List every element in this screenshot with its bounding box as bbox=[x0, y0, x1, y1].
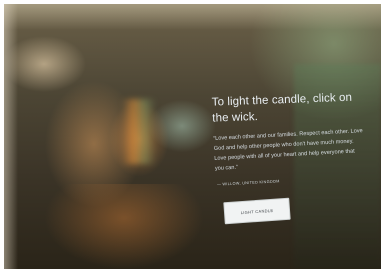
window-reflection bbox=[122, 99, 156, 164]
light-candle-button-label: LIGHT CANDLE bbox=[240, 207, 274, 215]
kiosk-screen-photo: To light the candle, click on the wick. … bbox=[4, 4, 381, 269]
floor-reflection bbox=[44, 184, 204, 269]
light-candle-button[interactable]: LIGHT CANDLE bbox=[223, 197, 291, 225]
quote-attribution: — WILLOW, UNITED KINGDOM bbox=[216, 179, 280, 187]
visitor-quote: “Love each other and our families. Respe… bbox=[213, 128, 363, 172]
instruction-heading: To light the candle, click on the wick. bbox=[211, 91, 353, 125]
top-glare bbox=[4, 4, 381, 30]
left-glare bbox=[4, 4, 18, 269]
